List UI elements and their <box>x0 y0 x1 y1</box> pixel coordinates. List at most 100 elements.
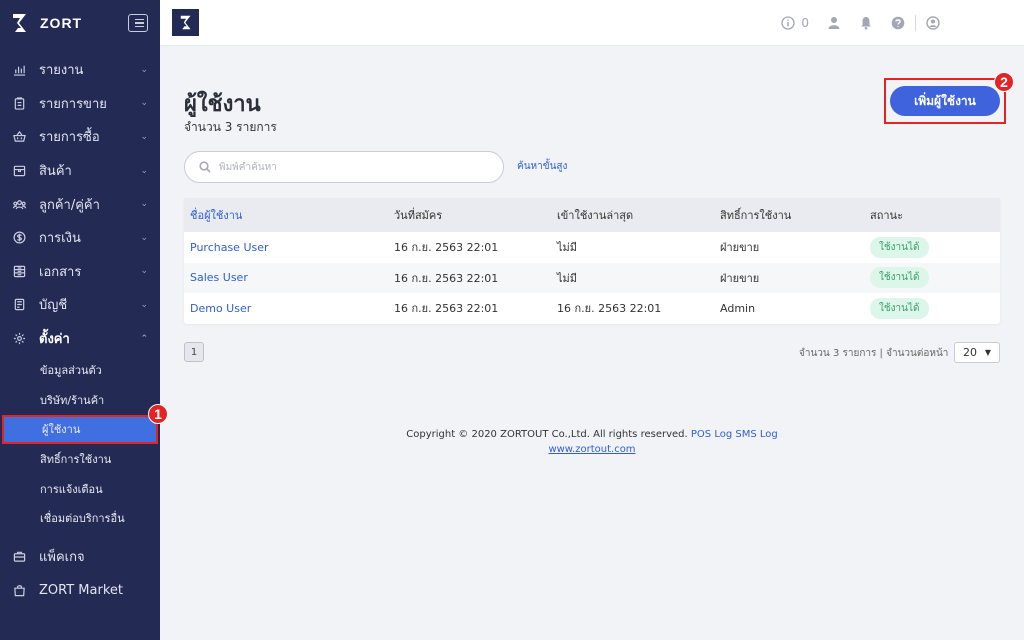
chevron-up-icon: ⌃ <box>140 333 148 344</box>
table-header-row: ชื่อผู้ใช้งาน วันที่สมัคร เข้าใช้งานล่าส… <box>184 198 1000 232</box>
search-input[interactable] <box>219 161 479 173</box>
add-user-button[interactable]: เพิ่มผู้ใช้งาน <box>890 86 1000 116</box>
help-icon[interactable] <box>891 16 905 30</box>
table-row: Demo User 16 ก.ย. 2563 22:01 16 ก.ย. 256… <box>184 293 1000 324</box>
top-icons: 0 <box>781 14 940 31</box>
pos-link[interactable]: POS <box>691 429 711 440</box>
sidebar-item-customers[interactable]: ลูกค้า/คู่ค้า ⌄ <box>0 187 160 221</box>
chevron-down-icon: ⌄ <box>140 199 148 210</box>
sms-log-link[interactable]: SMS Log <box>735 429 777 440</box>
sidebar-item-purchases[interactable]: รายการซื้อ ⌄ <box>0 120 160 154</box>
sidebar-item-finance[interactable]: การเงิน ⌄ <box>0 221 160 255</box>
chevron-down-icon: ⌄ <box>140 266 148 277</box>
page-title: ผู้ใช้งาน <box>184 92 261 117</box>
annotation-marker-2: 2 <box>994 72 1014 92</box>
people-icon <box>12 197 26 211</box>
table-row: Sales User 16 ก.ย. 2563 22:01 ไม่มี ฝ่าย… <box>184 262 1000 293</box>
last-login: ไม่มี <box>557 271 578 285</box>
account-icon[interactable] <box>926 15 940 30</box>
chevron-down-icon: ⌄ <box>140 299 148 310</box>
ledger-icon <box>12 298 26 312</box>
sidebar-item-label: การเงิน <box>39 231 81 247</box>
advanced-search-link[interactable]: ค้นหาขั้นสูง <box>517 159 567 174</box>
sidebar-subitem-users[interactable]: ผู้ใช้งาน <box>2 414 158 445</box>
column-header-last-login: เข้าใช้งานล่าสุด <box>557 209 634 222</box>
log-link[interactable]: Log <box>714 429 732 440</box>
sidebar-item-label: ZORT Market <box>39 582 123 598</box>
sidebar-item-label: รายงาน <box>39 63 84 79</box>
user-name-link[interactable]: Sales User <box>190 271 248 284</box>
dollar-icon <box>12 231 26 245</box>
main-content: ผู้ใช้งาน จำนวน 3 รายการ เพิ่มผู้ใช้งาน … <box>160 46 1024 640</box>
permission: ฝ่ายขาย <box>720 271 760 285</box>
chevron-down-icon: ⌄ <box>140 98 148 109</box>
zort-logo-icon <box>13 14 26 32</box>
per-page-select[interactable]: 20 ▼ <box>954 342 1000 363</box>
sidebar-subitem-profile[interactable]: ข้อมูลส่วนตัว <box>0 355 160 385</box>
brand: ZORT <box>0 0 160 46</box>
table-row: Purchase User 16 ก.ย. 2563 22:01 ไม่มี ฝ… <box>184 232 1000 263</box>
chevron-down-icon: ⌄ <box>140 232 148 243</box>
clipboard-icon <box>12 96 26 110</box>
user-name-link[interactable]: Purchase User <box>190 241 269 254</box>
sidebar-item-accounting[interactable]: บัญชี ⌄ <box>0 288 160 322</box>
footer: Copyright © 2020 ZORTOUT Co.,Ltd. All ri… <box>160 427 1024 457</box>
sidebar-item-label: ลูกค้า/คู่ค้า <box>39 197 100 213</box>
user-icon[interactable] <box>827 16 841 30</box>
status-badge: ใช้งานได้ <box>870 236 929 258</box>
notification-count: 0 <box>801 15 809 30</box>
website-link[interactable]: www.zortout.com <box>548 444 635 455</box>
signup-date: 16 ก.ย. 2563 22:01 <box>394 302 499 316</box>
signup-date: 16 ก.ย. 2563 22:01 <box>394 271 499 285</box>
bell-icon[interactable] <box>859 16 873 30</box>
page-button-1[interactable]: 1 <box>184 342 204 362</box>
sidebar-item-reports[interactable]: รายงาน ⌄ <box>0 53 160 87</box>
record-count: จำนวน 3 รายการ <box>184 120 277 134</box>
sidebar-item-zort-market[interactable]: ZORT Market <box>0 574 160 608</box>
basket-icon <box>12 130 26 144</box>
column-header-status: สถานะ <box>870 209 903 222</box>
sidebar-item-label: แพ็คเกจ <box>39 550 85 566</box>
sidebar-item-settings[interactable]: ตั้งค่า ⌃ <box>0 322 160 356</box>
column-header-permission: สิทธิ์การใช้งาน <box>720 209 792 222</box>
per-page-value: 20 <box>963 346 977 359</box>
chart-icon <box>12 63 26 77</box>
briefcase-icon <box>12 550 26 564</box>
main-nav: รายงาน ⌄ รายการขาย ⌄ รายการซื้อ ⌄ สินค้า… <box>0 46 160 355</box>
top-logo-icon[interactable] <box>172 9 199 36</box>
divider <box>915 14 916 31</box>
sidebar-subitem-permissions[interactable]: สิทธิ์การใช้งาน <box>0 444 160 474</box>
user-name-link[interactable]: Demo User <box>190 302 251 315</box>
copyright-text: Copyright © 2020 ZORTOUT Co.,Ltd. All ri… <box>406 429 688 440</box>
last-login: ไม่มี <box>557 241 578 255</box>
sidebar-subitem-integrations[interactable]: เชื่อมต่อบริการอื่น <box>0 503 160 533</box>
search-box <box>184 151 504 183</box>
shopping-bag-icon <box>12 583 26 597</box>
sidebar-subitem-company[interactable]: บริษัท/ร้านค้า <box>0 385 160 415</box>
sidebar: ZORT รายงาน ⌄ รายการขาย ⌄ รายการซื้อ ⌄ ส… <box>0 0 160 640</box>
brand-name: ZORT <box>40 15 83 31</box>
bottom-nav: แพ็คเกจ ZORT Market <box>0 540 160 607</box>
chevron-down-icon: ⌄ <box>140 64 148 75</box>
sidebar-item-label: บัญชี <box>39 298 68 314</box>
sidebar-item-label: รายการซื้อ <box>39 130 100 146</box>
chevron-down-icon: ⌄ <box>140 131 148 142</box>
info-counter[interactable]: 0 <box>781 16 809 30</box>
sidebar-item-sales[interactable]: รายการขาย ⌄ <box>0 87 160 121</box>
sidebar-item-label: รายการขาย <box>39 96 107 112</box>
permission: ฝ่ายขาย <box>720 241 760 255</box>
box-icon <box>12 164 26 178</box>
permission: Admin <box>720 301 756 315</box>
sidebar-subitem-notifications[interactable]: การแจ้งเตือน <box>0 474 160 504</box>
menu-toggle-icon[interactable] <box>128 14 148 32</box>
topbar: 0 <box>160 0 1024 46</box>
sidebar-item-package[interactable]: แพ็คเกจ <box>0 540 160 574</box>
sidebar-item-label: สินค้า <box>39 164 72 180</box>
pagination-summary: จำนวน 3 รายการ | จำนวนต่อหน้า <box>799 348 949 359</box>
settings-subnav: ข้อมูลส่วนตัว บริษัท/ร้านค้า ผู้ใช้งาน ส… <box>0 355 160 533</box>
last-login: 16 ก.ย. 2563 22:01 <box>557 302 662 316</box>
sidebar-item-products[interactable]: สินค้า ⌄ <box>0 154 160 188</box>
info-icon <box>781 15 796 30</box>
column-header-username[interactable]: ชื่อผู้ใช้งาน <box>184 198 388 232</box>
sidebar-item-documents[interactable]: เอกสาร ⌄ <box>0 255 160 289</box>
